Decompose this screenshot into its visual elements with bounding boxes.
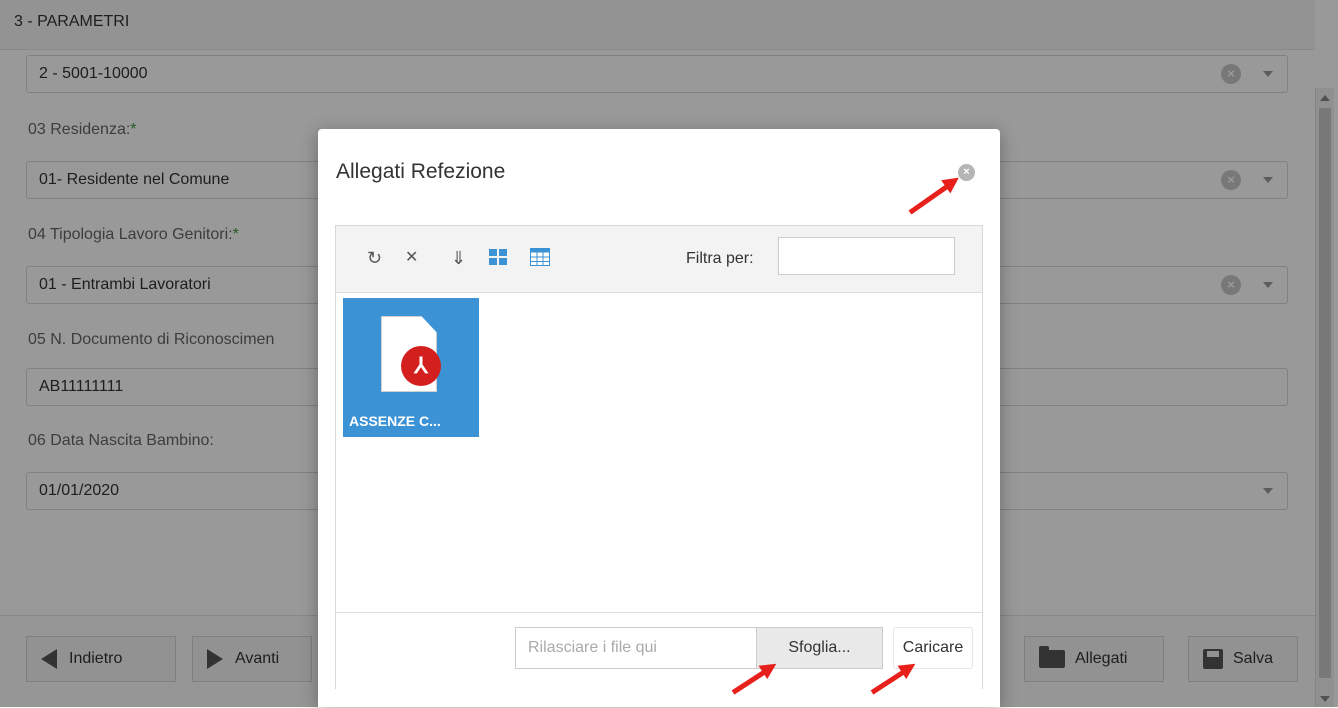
drop-zone[interactable]: Rilasciare i file qui — [515, 627, 757, 669]
dialog-title: Allegati Refezione — [336, 160, 506, 183]
thumbnail-view-icon[interactable] — [489, 248, 507, 268]
attachments-dialog: Allegati Refezione × ↻ ✕ ⇓ Filtra per: ⅄… — [318, 129, 1000, 707]
filter-label: Filtra per: — [686, 250, 754, 267]
filter-input[interactable] — [778, 237, 955, 275]
file-name: ASSENZE C... — [349, 413, 441, 429]
upload-bar: Rilasciare i file qui Sfoglia... Caricar… — [336, 612, 982, 689]
file-tile[interactable]: ⅄ ASSENZE C... — [343, 298, 479, 437]
close-icon[interactable]: × — [958, 164, 975, 181]
grid-view-icon[interactable] — [530, 248, 550, 268]
file-manager: ↻ ✕ ⇓ Filtra per: ⅄ ASSENZE C... Rilasci… — [335, 225, 983, 689]
download-icon[interactable]: ⇓ — [451, 248, 466, 268]
pdf-icon: ⅄ — [401, 346, 441, 386]
refresh-icon[interactable]: ↻ — [367, 248, 382, 268]
file-manager-toolbar: ↻ ✕ ⇓ Filtra per: — [336, 226, 982, 293]
delete-icon[interactable]: ✕ — [405, 248, 418, 268]
